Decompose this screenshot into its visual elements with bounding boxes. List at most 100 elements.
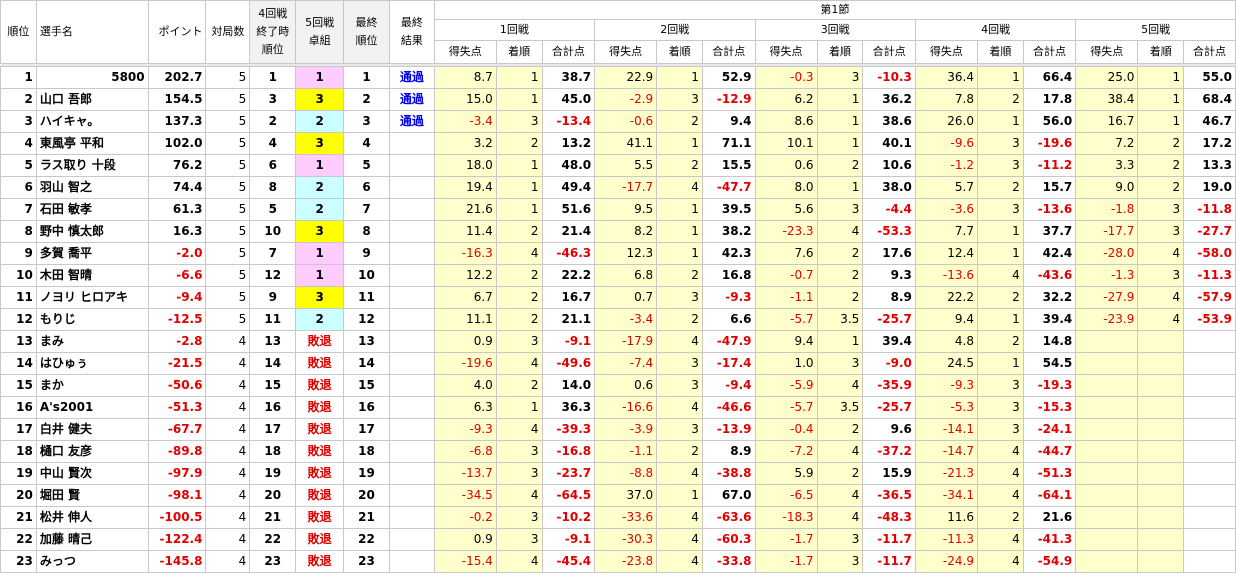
placement-cell: 3.5 [816, 308, 864, 331]
placement-cell: 2 [656, 110, 703, 133]
placement-cell: 4 [816, 374, 864, 397]
total-cell: 19.0 [1183, 176, 1236, 199]
total-cell: 38.6 [862, 110, 916, 133]
total-cell: -36.5 [862, 484, 916, 507]
final-rank-cell: 16 [343, 396, 391, 419]
total-cell: -12.9 [701, 88, 756, 111]
score-diff-cell: -3.4 [433, 110, 497, 133]
placement-cell: 1 [656, 220, 703, 243]
total-cell: -39.3 [541, 418, 596, 441]
table-row: 14 はひゅぅ -21.5 4 14 敗退 14 -19.6 4 -49.6 -7.4 3 -17.4 1… [0, 352, 1236, 375]
score-diff-cell: 7.2 [1075, 132, 1139, 155]
total-cell: -63.6 [701, 506, 756, 529]
placement-cell: 3 [495, 462, 543, 485]
total-cell [1183, 418, 1236, 441]
total-cell: 51.6 [541, 198, 596, 221]
placement-cell: 2 [976, 176, 1024, 199]
score-diff-cell: 22.9 [594, 66, 658, 89]
score-diff-cell: -13.6 [914, 264, 978, 287]
header-rank: 順位 [0, 0, 37, 64]
final-result-cell [389, 264, 435, 287]
r4-rank-cell: 23 [249, 550, 297, 573]
games-cell: 4 [205, 484, 251, 507]
sub-header-r2-1: 得失点 [594, 40, 658, 64]
placement-cell: 4 [495, 550, 543, 573]
total-cell: -51.3 [1022, 462, 1077, 485]
rank-cell: 22 [0, 528, 37, 551]
placement-cell: 1 [656, 198, 703, 221]
r4-rank-cell: 8 [249, 176, 297, 199]
total-cell: -53.3 [862, 220, 916, 243]
total-cell: 38.7 [541, 66, 596, 89]
final-result-cell: 通過 [389, 66, 435, 89]
total-cell: 38.2 [701, 220, 756, 243]
placement-cell: 4 [495, 242, 543, 265]
final-rank-cell: 2 [343, 88, 391, 111]
rank-cell: 21 [0, 506, 37, 529]
player-name-cell: ラス取り 十段 [35, 154, 149, 177]
r4-rank-cell: 16 [249, 396, 297, 419]
r5-table-cell: 2 [295, 308, 345, 331]
sub-header-r4-1: 得失点 [914, 40, 978, 64]
total-cell: -37.2 [862, 440, 916, 463]
placement-cell: 4 [976, 550, 1024, 573]
total-cell: 38.0 [862, 176, 916, 199]
total-cell: -23.7 [541, 462, 596, 485]
final-rank-cell: 8 [343, 220, 391, 243]
score-diff-cell: -6.5 [754, 484, 818, 507]
score-diff-cell: 36.4 [914, 66, 978, 89]
total-cell: 16.8 [701, 264, 756, 287]
sub-header-r3-3: 合計点 [862, 40, 916, 64]
placement-cell: 3 [816, 550, 864, 573]
score-diff-cell: -1.2 [914, 154, 978, 177]
placement-cell: 4 [1137, 308, 1185, 331]
total-cell [1183, 550, 1236, 573]
score-diff-cell: 6.7 [433, 286, 497, 309]
sub-header-r5-3: 合計点 [1183, 40, 1236, 64]
score-diff-cell: -1.8 [1075, 198, 1139, 221]
final-result-cell: 通過 [389, 88, 435, 111]
placement-cell: 3 [1137, 220, 1185, 243]
placement-cell: 3.5 [816, 396, 864, 419]
total-cell: 45.0 [541, 88, 596, 111]
score-diff-cell: -7.2 [754, 440, 818, 463]
final-result-cell [389, 220, 435, 243]
placement-cell: 4 [976, 528, 1024, 551]
player-name-cell: まか [35, 374, 149, 397]
points-cell: 16.3 [147, 220, 207, 243]
total-cell [1183, 440, 1236, 463]
score-diff-cell: -7.4 [594, 352, 658, 375]
total-cell: -4.4 [862, 198, 916, 221]
points-cell: -98.1 [147, 484, 207, 507]
score-diff-cell: 1.0 [754, 352, 818, 375]
player-name-cell: 多賀 喬平 [35, 242, 149, 265]
placement-cell [1137, 374, 1185, 397]
r4-rank-cell: 22 [249, 528, 297, 551]
score-diff-cell: -6.8 [433, 440, 497, 463]
total-cell: -38.8 [701, 462, 756, 485]
total-cell: 21.6 [1022, 506, 1077, 529]
total-cell: 39.5 [701, 198, 756, 221]
placement-cell: 4 [976, 462, 1024, 485]
score-diff-cell: -27.9 [1075, 286, 1139, 309]
score-diff-cell: 4.8 [914, 330, 978, 353]
score-diff-cell: -1.1 [594, 440, 658, 463]
final-rank-cell: 4 [343, 132, 391, 155]
games-cell: 4 [205, 462, 251, 485]
placement-cell: 4 [1137, 286, 1185, 309]
total-cell: 21.4 [541, 220, 596, 243]
total-cell: 17.2 [1183, 132, 1236, 155]
total-cell: -47.7 [701, 176, 756, 199]
sub-header-r4-3: 合計点 [1022, 40, 1077, 64]
table-row: 16 A's2001 -51.3 4 16 敗退 16 6.3 1 36.3 -16.6 4 -46.6… [0, 396, 1236, 419]
final-result-cell [389, 352, 435, 375]
total-cell: 17.6 [862, 242, 916, 265]
score-diff-cell: 0.6 [594, 374, 658, 397]
score-diff-cell: -14.1 [914, 418, 978, 441]
total-cell: -45.4 [541, 550, 596, 573]
final-rank-cell: 9 [343, 242, 391, 265]
final-result-cell [389, 242, 435, 265]
placement-cell: 2 [656, 264, 703, 287]
total-cell: -48.3 [862, 506, 916, 529]
score-diff-cell [1075, 352, 1139, 375]
